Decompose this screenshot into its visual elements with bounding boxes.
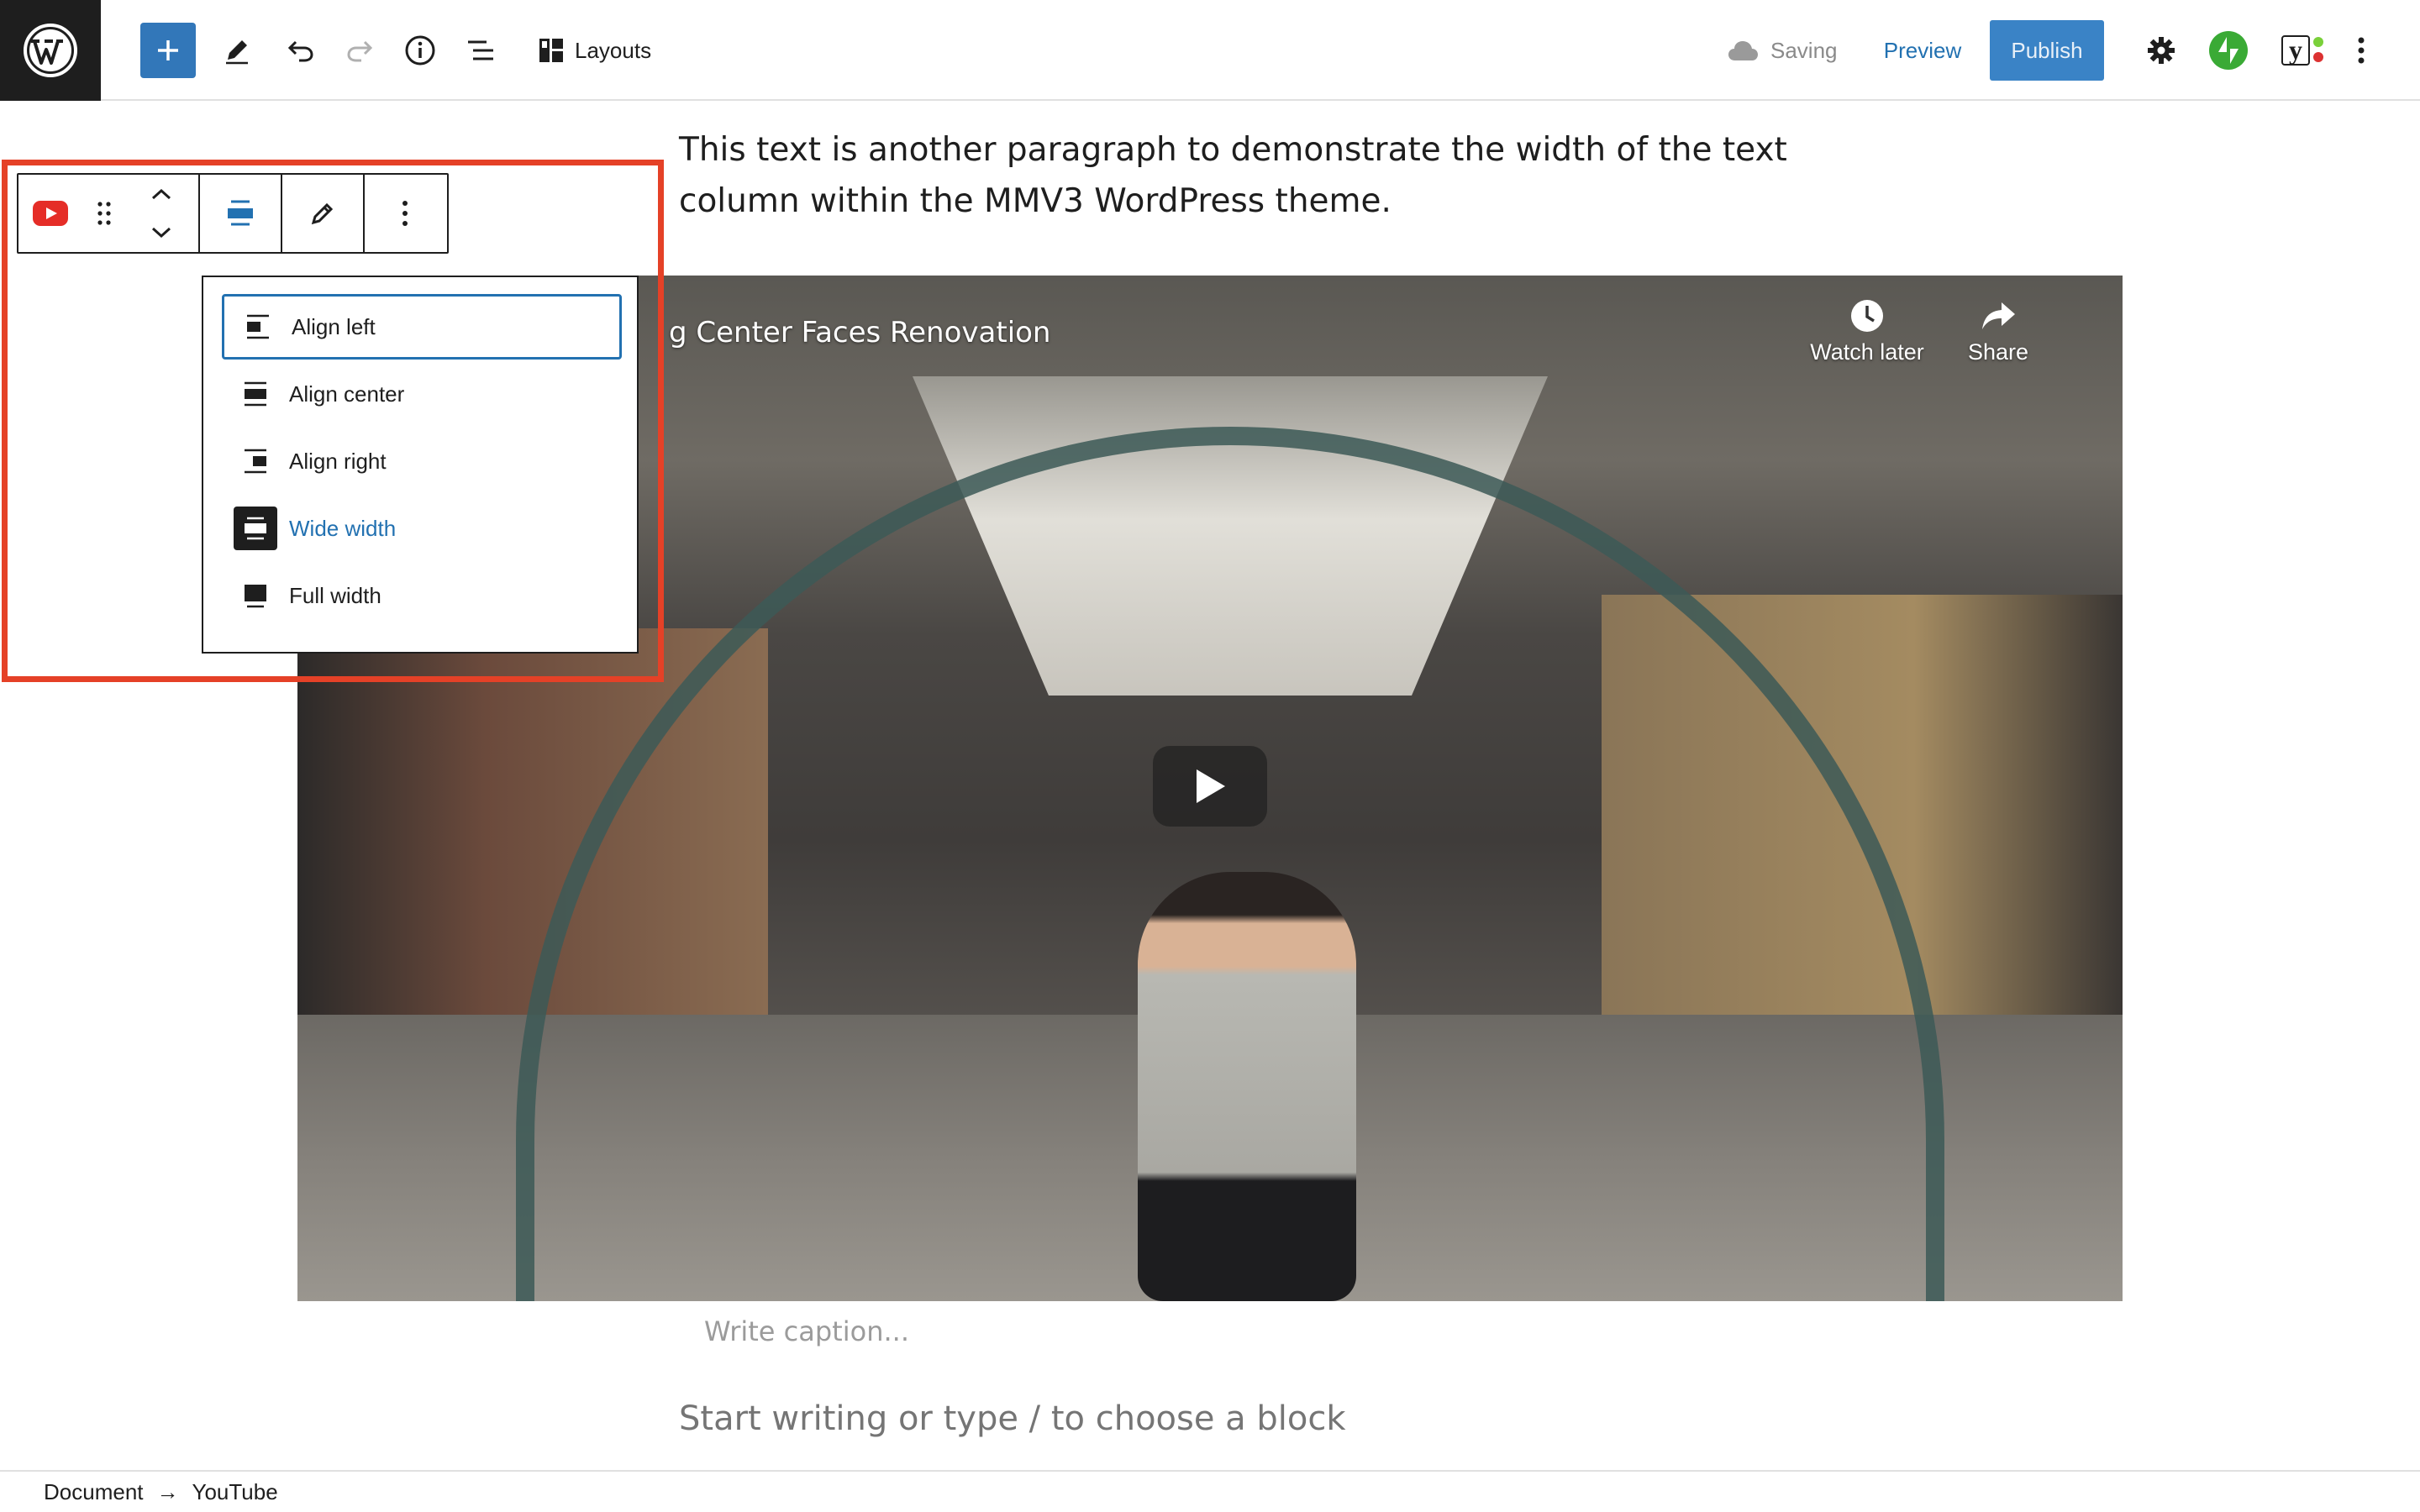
editor-header: Layouts Saving Preview Publish y bbox=[0, 0, 2420, 101]
cloud-icon bbox=[1728, 41, 1758, 60]
chevron-up-icon bbox=[151, 188, 171, 200]
share-label: Share bbox=[1967, 339, 2029, 365]
video-title[interactable]: g Center Faces Renovation bbox=[669, 316, 1050, 349]
align-center-label: Align center bbox=[289, 381, 405, 407]
list-view-icon bbox=[468, 40, 493, 60]
wide-width-icon bbox=[245, 517, 266, 540]
share-button[interactable]: Share bbox=[1923, 292, 2074, 365]
block-appender[interactable]: Start writing or type / to choose a bloc… bbox=[679, 1399, 1346, 1438]
align-left-option[interactable]: Align left bbox=[222, 294, 622, 360]
wordpress-icon bbox=[24, 24, 77, 77]
block-toolbar bbox=[17, 173, 449, 254]
plus-icon bbox=[158, 40, 178, 60]
align-center-icon bbox=[245, 381, 266, 407]
align-center-option[interactable]: Align center bbox=[222, 361, 622, 427]
details-button[interactable] bbox=[397, 20, 444, 81]
preview-button[interactable]: Preview bbox=[1872, 20, 1973, 81]
edit-url-button[interactable] bbox=[282, 175, 363, 252]
block-type-button[interactable] bbox=[18, 175, 82, 252]
tools-button[interactable] bbox=[213, 20, 260, 81]
chevron-down-icon bbox=[151, 227, 171, 239]
jetpack-button[interactable] bbox=[2205, 20, 2252, 81]
undo-icon bbox=[287, 40, 313, 62]
align-right-option[interactable]: Align right bbox=[222, 428, 622, 494]
align-right-icon bbox=[245, 449, 266, 474]
breadcrumb-youtube[interactable]: YouTube bbox=[192, 1479, 278, 1505]
move-down-button[interactable] bbox=[126, 213, 197, 252]
pencil-icon bbox=[311, 202, 334, 225]
layouts-button[interactable]: Layouts bbox=[538, 20, 664, 81]
play-icon bbox=[1197, 769, 1225, 803]
wide-width-icon-box bbox=[234, 507, 277, 550]
saving-label: Saving bbox=[1770, 37, 1838, 63]
caption-input[interactable]: Write caption... bbox=[704, 1315, 909, 1347]
wide-width-option[interactable]: Wide width bbox=[222, 496, 622, 561]
drag-handle-icon bbox=[97, 202, 111, 225]
yoast-seo-button[interactable]: y bbox=[2269, 20, 2323, 81]
layouts-label: Layouts bbox=[575, 37, 652, 63]
jetpack-icon bbox=[2209, 31, 2248, 70]
settings-button[interactable] bbox=[2138, 20, 2185, 81]
more-vertical-icon bbox=[402, 201, 408, 226]
full-width-label: Full width bbox=[289, 582, 381, 608]
add-block-button[interactable] bbox=[140, 23, 196, 78]
toolbar-edit-group bbox=[282, 175, 365, 252]
align-button[interactable] bbox=[200, 175, 281, 252]
play-button[interactable] bbox=[1153, 746, 1267, 827]
redo-icon bbox=[347, 40, 373, 62]
align-wide-icon bbox=[228, 200, 253, 226]
toolbar-align-group bbox=[200, 175, 282, 252]
more-vertical-icon bbox=[2358, 37, 2365, 64]
block-options-button[interactable] bbox=[365, 175, 445, 252]
toolbar-more-group bbox=[365, 175, 447, 252]
paragraph-block[interactable]: This text is another paragraph to demons… bbox=[679, 124, 1788, 227]
wordpress-logo-button[interactable] bbox=[0, 0, 101, 101]
drag-handle[interactable] bbox=[82, 175, 126, 252]
gear-icon bbox=[2148, 37, 2175, 64]
align-dropdown-menu: Align left Align center Align right Wide… bbox=[202, 276, 639, 654]
list-view-button[interactable] bbox=[457, 20, 504, 81]
move-up-button[interactable] bbox=[126, 175, 197, 213]
watch-later-button[interactable]: Watch later bbox=[1791, 292, 1943, 365]
publish-button[interactable]: Publish bbox=[1990, 20, 2104, 81]
video-frame-presenter bbox=[1138, 872, 1356, 1301]
undo-button[interactable] bbox=[277, 20, 324, 81]
info-icon bbox=[405, 35, 435, 66]
block-breadcrumb: Document → YouTube bbox=[0, 1470, 2420, 1512]
full-width-option[interactable]: Full width bbox=[222, 563, 622, 628]
breadcrumb-separator-icon: → bbox=[156, 1478, 179, 1504]
full-width-icon bbox=[245, 585, 266, 608]
wide-width-label: Wide width bbox=[289, 515, 397, 541]
yoast-icon: y bbox=[2281, 35, 2323, 66]
saving-indicator: Saving bbox=[1727, 20, 1838, 81]
redo-button[interactable] bbox=[336, 20, 383, 81]
share-icon bbox=[1982, 302, 2015, 329]
options-menu-button[interactable] bbox=[2341, 20, 2381, 81]
align-left-icon bbox=[247, 314, 269, 339]
breadcrumb-document[interactable]: Document bbox=[44, 1479, 144, 1505]
toolbar-block-group bbox=[18, 175, 200, 252]
align-left-label: Align left bbox=[292, 313, 376, 339]
pencil-icon bbox=[226, 40, 248, 65]
youtube-icon bbox=[33, 201, 68, 226]
move-buttons bbox=[126, 175, 197, 252]
layouts-icon bbox=[539, 39, 563, 62]
clock-icon bbox=[1851, 300, 1883, 332]
align-right-label: Align right bbox=[289, 448, 387, 474]
watch-later-label: Watch later bbox=[1810, 339, 1924, 365]
